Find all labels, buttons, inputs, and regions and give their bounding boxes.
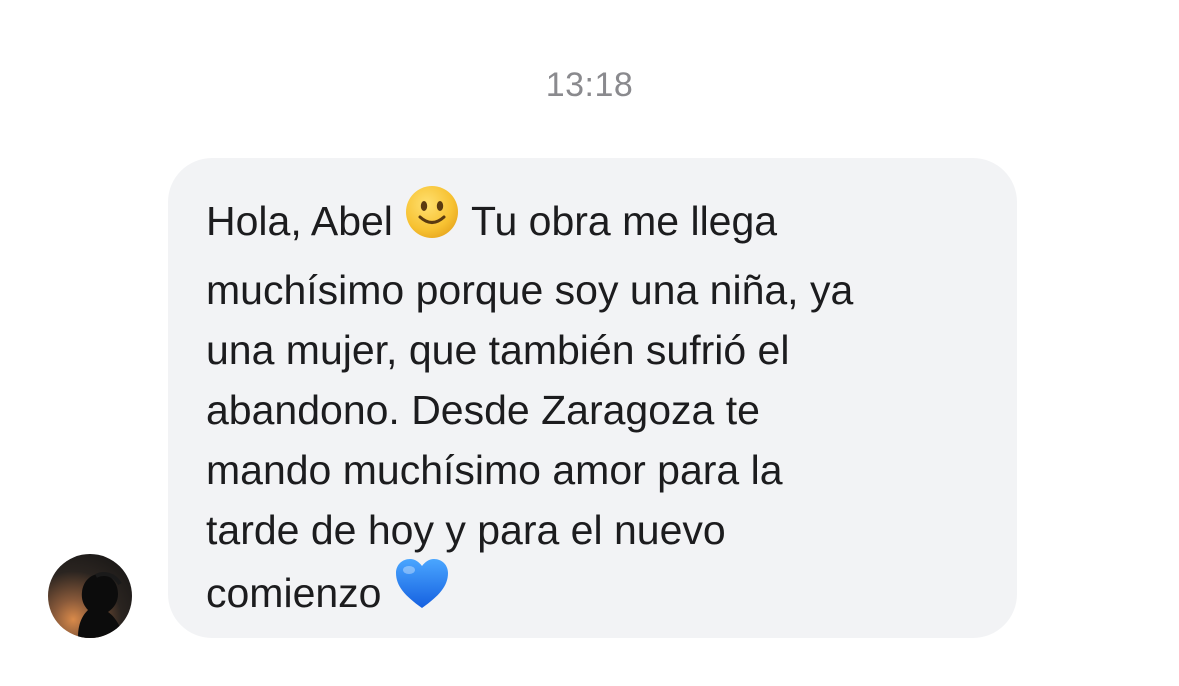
sender-avatar[interactable] <box>48 554 132 638</box>
message-bubble[interactable]: Hola, Abel Tu obra me llega muchísimo po… <box>168 158 1017 638</box>
slightly-smiling-face-icon <box>404 184 460 256</box>
silhouette-icon <box>78 572 124 638</box>
incoming-message-row: Hola, Abel Tu obra me llega muchísimo po… <box>0 0 1179 686</box>
message-text: Hola, Abel Tu obra me llega muchísimo po… <box>206 186 987 632</box>
message-text-body: Tu obra me llega muchísimo porque soy un… <box>206 197 854 616</box>
blue-heart-icon <box>393 556 451 628</box>
message-text-greeting: Hola, Abel <box>206 197 405 244</box>
